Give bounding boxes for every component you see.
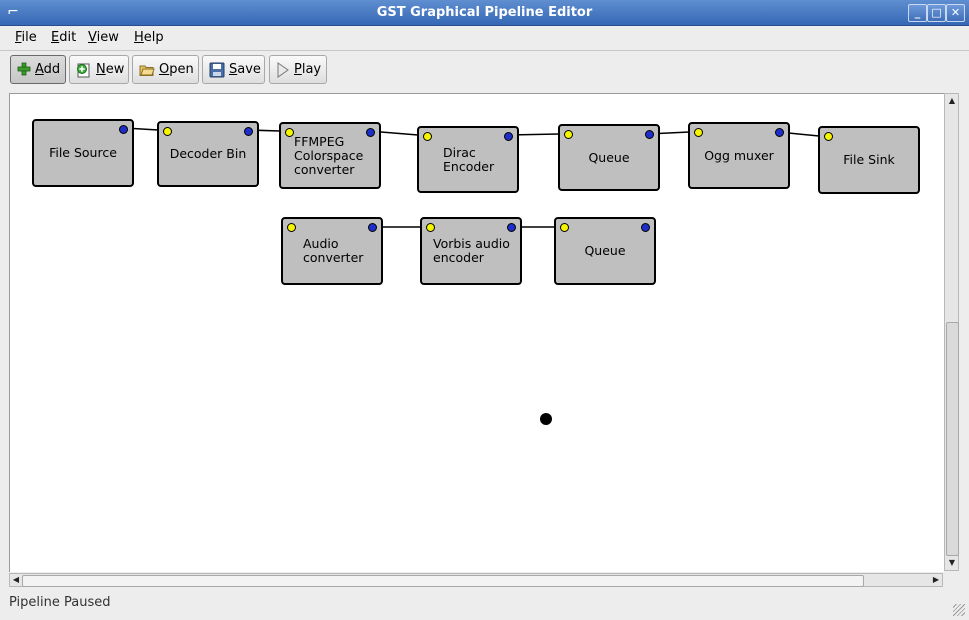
element-label: Ogg muxer xyxy=(704,147,774,163)
pipeline-element[interactable]: FFMPEG Colorspace converter xyxy=(279,122,381,189)
play-button[interactable]: Play xyxy=(269,55,327,84)
new-button[interactable]: New xyxy=(69,55,129,84)
status-bar: Pipeline Paused xyxy=(0,592,969,620)
vertical-scroll-thumb[interactable] xyxy=(946,322,959,556)
pipeline-element[interactable]: Ogg muxer xyxy=(688,122,790,189)
element-label: Vorbis audio encoder xyxy=(433,236,510,265)
scroll-up-icon[interactable]: ▲ xyxy=(946,95,958,107)
scroll-left-icon[interactable]: ◀ xyxy=(10,574,22,586)
element-label: Queue xyxy=(588,149,630,165)
add-button[interactable]: Add xyxy=(10,55,66,84)
src-pad[interactable] xyxy=(641,223,650,232)
toolbar: Add New Open Save Play xyxy=(0,51,969,91)
pipeline-element[interactable]: File Sink xyxy=(818,126,920,194)
element-label: Dirac Encoder xyxy=(443,144,495,174)
menu-bar: File Edit View Help xyxy=(0,26,969,50)
pipeline-element[interactable]: Decoder Bin xyxy=(157,121,259,187)
src-pad[interactable] xyxy=(507,223,516,232)
pipeline-element[interactable]: Vorbis audio encoder xyxy=(420,217,522,285)
scroll-down-icon[interactable]: ▼ xyxy=(946,557,958,569)
open-folder-icon xyxy=(139,62,155,78)
save-button[interactable]: Save xyxy=(202,55,265,84)
menu-view[interactable]: View xyxy=(88,30,119,45)
pipeline-element[interactable]: Queue xyxy=(554,217,656,285)
menu-file[interactable]: File xyxy=(15,30,37,45)
src-pad[interactable] xyxy=(368,223,377,232)
src-pad[interactable] xyxy=(244,127,253,136)
sink-pad[interactable] xyxy=(694,128,703,137)
sink-pad[interactable] xyxy=(163,127,172,136)
pipeline-element[interactable]: File Source xyxy=(32,119,134,187)
pipeline-element[interactable]: Dirac Encoder xyxy=(417,126,519,193)
menu-edit[interactable]: Edit xyxy=(51,30,76,45)
pipeline-element[interactable]: Audio converter xyxy=(281,217,383,285)
play-icon xyxy=(276,61,290,78)
sink-pad[interactable] xyxy=(564,130,573,139)
horizontal-scrollbar[interactable]: ◀ ▶ xyxy=(9,573,943,587)
horizontal-scroll-thumb[interactable] xyxy=(22,575,864,587)
title-bar: ⌐ GST Graphical Pipeline Editor _ □ ✕ xyxy=(0,0,969,26)
element-label: Audio converter xyxy=(303,236,364,265)
sink-pad[interactable] xyxy=(560,223,569,232)
element-label: Decoder Bin xyxy=(169,146,247,161)
status-text: Pipeline Paused xyxy=(9,595,111,610)
element-label: File Sink xyxy=(843,152,895,167)
src-pad[interactable] xyxy=(366,128,375,137)
pipeline-canvas[interactable]: File Source Decoder Bin FFMPEG Colorspac… xyxy=(9,93,944,572)
add-icon xyxy=(17,62,31,78)
sink-pad[interactable] xyxy=(423,132,432,141)
resize-grip-icon[interactable] xyxy=(953,604,965,616)
minimize-icon[interactable]: _ xyxy=(908,4,927,22)
window-title: GST Graphical Pipeline Editor xyxy=(376,5,593,20)
save-icon xyxy=(209,62,225,78)
menu-help[interactable]: Help xyxy=(134,30,164,45)
element-label: FFMPEG Colorspace converter xyxy=(294,133,364,177)
element-label: File Source xyxy=(49,145,117,160)
sink-pad[interactable] xyxy=(285,128,294,137)
sink-pad[interactable] xyxy=(426,223,435,232)
pipeline-element[interactable]: Queue xyxy=(558,124,660,191)
sink-pad[interactable] xyxy=(287,223,296,232)
cursor-dot xyxy=(540,413,552,425)
close-icon[interactable]: ✕ xyxy=(946,4,965,22)
src-pad[interactable] xyxy=(645,130,654,139)
scroll-right-icon[interactable]: ▶ xyxy=(930,574,942,586)
vertical-scrollbar[interactable]: ▲ ▼ xyxy=(944,93,959,571)
open-button[interactable]: Open xyxy=(132,55,199,84)
element-label: Queue xyxy=(584,243,626,258)
sink-pad[interactable] xyxy=(824,132,833,141)
src-pad[interactable] xyxy=(504,132,513,141)
src-pad[interactable] xyxy=(775,128,784,137)
src-pad[interactable] xyxy=(119,125,128,134)
maximize-icon[interactable]: □ xyxy=(927,4,946,22)
new-icon xyxy=(76,62,92,78)
